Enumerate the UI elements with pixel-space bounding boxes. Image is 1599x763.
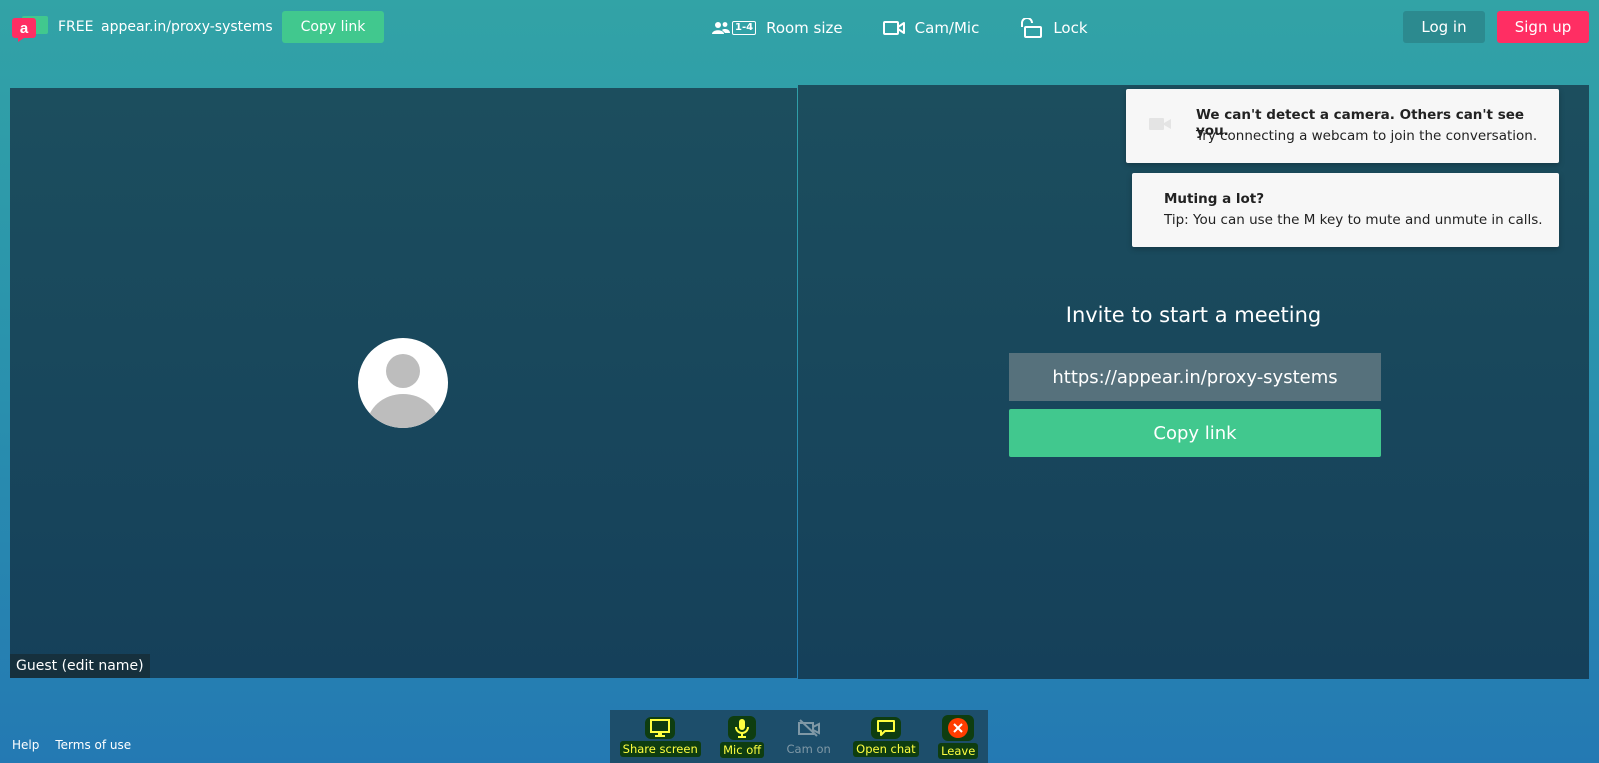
camera-notification-body: Try connecting a webcam to join the conv…	[1196, 128, 1538, 144]
local-video-tile: Guest (edit name)	[10, 88, 797, 678]
monitor-icon	[645, 716, 676, 739]
open-chat-label: Open chat	[853, 740, 919, 757]
guest-name-label[interactable]: Guest (edit name)	[10, 654, 150, 678]
call-toolbar: Share screen Mic off Cam on Open chat Le…	[610, 710, 988, 763]
microphone-icon	[728, 715, 757, 740]
room-url: appear.in/proxy-systems	[101, 19, 273, 35]
cam-on-label: Cam on	[786, 741, 831, 756]
mic-off-button[interactable]: Mic off	[720, 715, 765, 758]
appear-in-logo[interactable]: a	[12, 14, 50, 42]
top-bar: a FREE appear.in/proxy-systems Copy link…	[0, 0, 1599, 56]
login-button[interactable]: Log in	[1403, 11, 1485, 43]
mute-tip-title: Muting a lot?	[1164, 191, 1265, 207]
people-icon: 1-4	[712, 21, 757, 35]
invite-title: Invite to start a meeting	[1065, 303, 1322, 327]
lock-label: Lock	[1053, 19, 1088, 37]
room-size-label: Room size	[766, 19, 843, 37]
help-link[interactable]: Help	[12, 738, 39, 752]
camera-off-icon	[793, 717, 825, 739]
open-chat-button[interactable]: Open chat	[853, 716, 919, 757]
mute-tip-body: Tip: You can use the M key to mute and u…	[1164, 212, 1543, 228]
lock-button[interactable]: Lock	[1019, 16, 1088, 40]
chat-icon	[870, 716, 901, 739]
cam-mic-label: Cam/Mic	[914, 19, 980, 37]
camera-notification: We can't detect a camera. Others can't s…	[1126, 89, 1559, 163]
room-menu: 1-4 Room size Cam/Mic Lock	[712, 16, 1088, 40]
leave-label: Leave	[938, 742, 979, 759]
cam-mic-button[interactable]: Cam/Mic	[882, 16, 980, 40]
camera-missing-icon	[1149, 118, 1171, 130]
terms-link[interactable]: Terms of use	[55, 738, 131, 752]
close-circle-icon	[942, 714, 975, 741]
camera-icon	[882, 21, 905, 35]
copy-link-button[interactable]: Copy link	[282, 11, 384, 43]
footer-links: Help Terms of use	[12, 738, 131, 752]
mic-off-label: Mic off	[720, 741, 765, 758]
mute-tip-notification: Muting a lot? Tip: You can use the M key…	[1132, 173, 1559, 247]
avatar-placeholder-icon	[358, 338, 448, 428]
signup-button[interactable]: Sign up	[1497, 11, 1589, 43]
room-size-badge: 1-4	[732, 21, 757, 35]
svg-text:a: a	[20, 20, 29, 37]
plan-label: FREE	[58, 19, 94, 35]
room-size-button[interactable]: 1-4 Room size	[712, 16, 843, 40]
invite-url-field[interactable]: https://appear.in/proxy-systems	[1009, 353, 1381, 401]
leave-button[interactable]: Leave	[938, 714, 979, 759]
share-screen-label: Share screen	[619, 740, 701, 757]
share-screen-button[interactable]: Share screen	[619, 716, 701, 757]
cam-on-button[interactable]: Cam on	[784, 717, 834, 757]
invite-copy-link-button[interactable]: Copy link	[1009, 409, 1381, 457]
lock-icon	[1021, 18, 1043, 38]
